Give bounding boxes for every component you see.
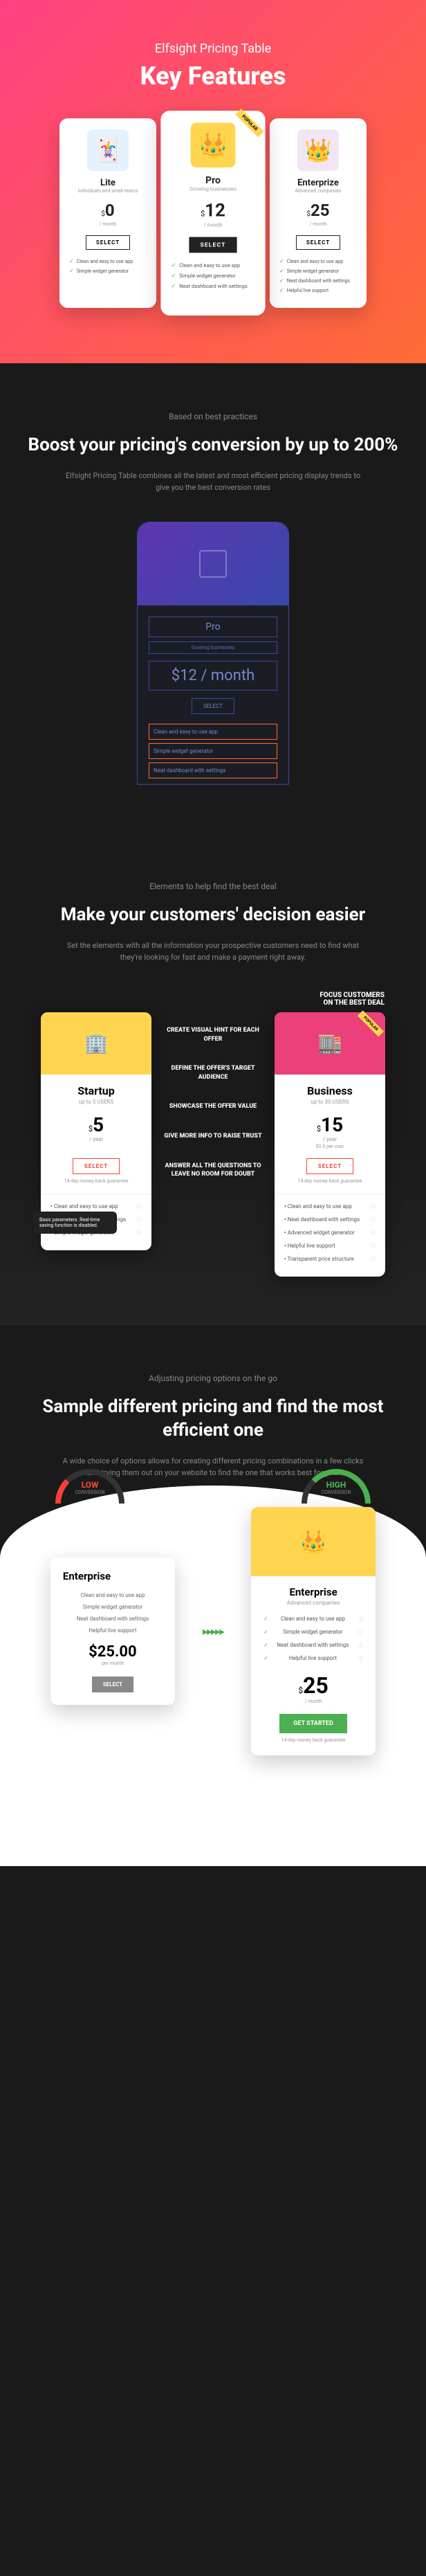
plan-icon: 👑 [297,129,339,171]
select-button[interactable]: SELECT [192,698,234,714]
select-button[interactable]: SELECT [73,1158,120,1174]
plan-card-lite: 🃏 Lite Individuals and small teams $0 / … [59,118,156,308]
plan-card-startup: 🏢 Startup up to 5 USERS $5 / year SELECT… [41,1012,151,1250]
plan-name: Lite [66,178,149,188]
image-placeholder-icon [199,550,227,578]
section-boost: Based on best practices Boost your prici… [0,363,426,833]
pricing-cards-row: 🃏 Lite Individuals and small teams $0 / … [28,118,398,308]
high-conversion-card: 👑 Enterprise Advanced companies Clean an… [251,1507,376,1755]
annotation-column: CREATE VISUAL HINT FOR EACH OFFER DEFINE… [161,1012,265,1179]
plan-subtitle: Individuals and small teams [66,188,149,194]
select-button[interactable]: SELECT [86,235,130,250]
jester-icon: 🃏 [94,137,122,163]
hero-subtitle: Elfsight Pricing Table [28,42,398,56]
hero-title: Key Features [28,62,398,91]
low-conversion-card: Enterprise Clean and easy to use app Sim… [50,1558,175,1705]
select-button[interactable]: SELECT [296,235,340,250]
feature-item: Simple widget generator [69,268,147,274]
section-title: Boost your pricing's conversion by up to… [28,434,398,457]
building-icon: 🏬 [318,1032,342,1054]
select-button[interactable]: SELECT [306,1158,353,1174]
crown-icon: 👑 [299,1528,327,1555]
king-icon: 👑 [198,131,228,159]
feature-item: Clean and easy to use app [69,258,147,264]
low-conversion-gauge: LOW CONVERSION [55,1469,124,1510]
plan-card-pro: POPULAR 👑 Pro Growing businesses $12 / m… [160,111,265,316]
get-started-button[interactable]: GET STARTED [279,1714,347,1733]
popular-badge: POPULAR [235,109,263,137]
crown-icon: 👑 [304,137,332,163]
high-conversion-gauge: HIGH CONVERSION [302,1469,371,1510]
annotation: CREATE VISUAL HINT FOR EACH OFFER [161,1026,265,1043]
plan-icon: 🃏 [87,129,129,171]
hero-section: Elfsight Pricing Table Key Features 🃏 Li… [0,0,426,363]
focus-label: FOCUS CUSTOMERS ON THE BEST DEAL [21,992,405,1007]
arrow-icon: ▸▸▸▸▸ [203,1625,223,1638]
garage-icon: 🏢 [84,1032,109,1054]
select-button[interactable]: SELECT [189,237,237,253]
wireframe-card: Pro Growing businesses $12 / month SELEC… [137,522,289,785]
select-button[interactable]: SELECT [92,1677,133,1692]
section-decision: Elements to help find the best deal Make… [0,833,426,1325]
plan-icon: 👑 [191,122,236,167]
section-sample: Adjusting pricing options on the go Samp… [0,1325,426,1866]
plan-card-enterprise: 👑 Enterprize Advanced companies $25 / mo… [270,118,367,308]
section-eyebrow: Based on best practices [28,412,398,421]
feature-tooltip: Basic parameters. Real-time saving funct… [34,1212,117,1234]
conversion-comparison: LOW CONVERSION HIGH CONVERSION Enterpris… [21,1507,405,1755]
section-description: Elfsight Pricing Table combines all the … [61,470,365,494]
plan-card-business: POPULAR 🏬 Business up to 30 USERS $15 / … [275,1012,385,1277]
